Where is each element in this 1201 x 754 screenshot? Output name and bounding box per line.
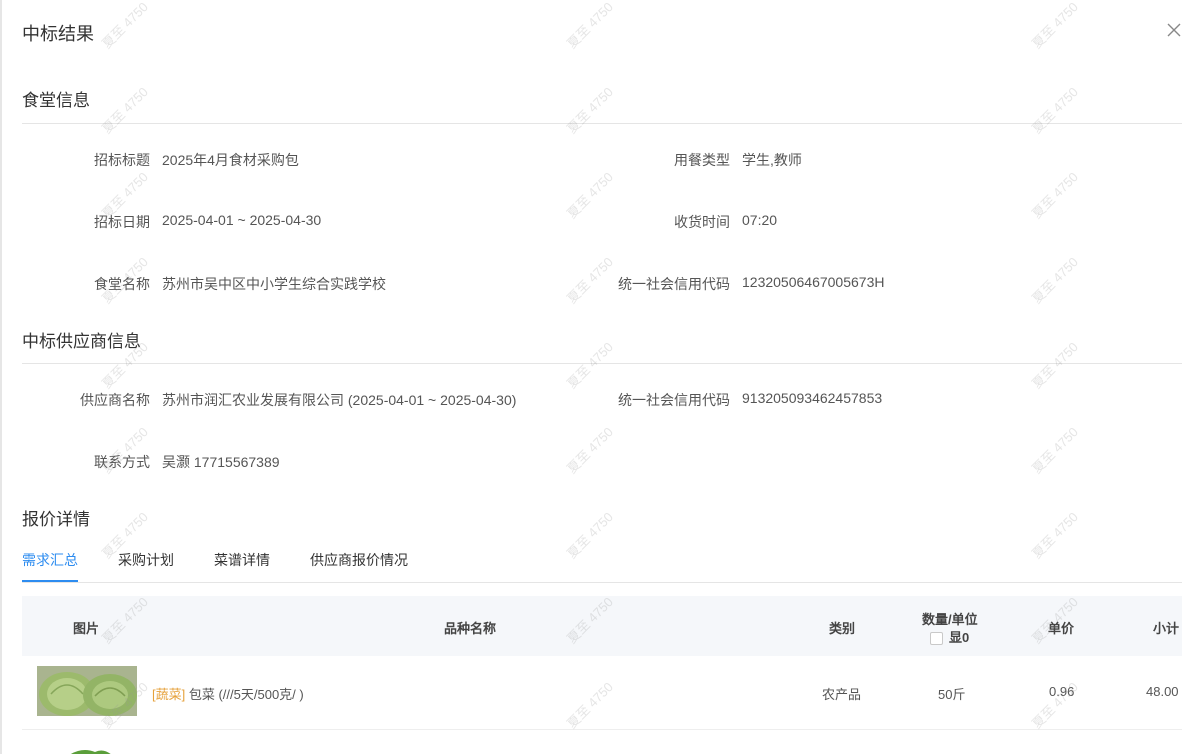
supplier-divider [22,363,1182,364]
field-value-receive-time: 07:20 [742,212,778,228]
watermark-text: 夏至 4750 [1028,424,1081,477]
canteen-divider [22,123,1182,124]
field-value-supplier-credit-code: 913205093462457853 [742,390,883,406]
show-zero-checkbox[interactable] [930,632,943,646]
watermark-text: 夏至 4750 [98,84,151,137]
column-header-qty-unit: 数量/单位 [922,612,978,627]
field-label-meal-type: 用餐类型 [674,152,730,168]
show-zero-toggle[interactable]: 显0 [930,627,969,646]
watermark-text: 夏至 4750 [1028,84,1081,137]
tab-supplier-quotes[interactable]: 供应商报价情况 [310,550,408,580]
field-label-credit-code: 统一社会信用代码 [618,276,730,292]
watermark-text: 夏至 4750 [1028,169,1081,222]
column-header-image: 图片 [73,621,100,636]
column-header-subtotal: 小计 [1153,621,1180,636]
field-label-contact: 联系方式 [94,454,150,470]
field-value-supplier-name: 苏州市润汇农业发展有限公司 (2025-04-01 ~ 2025-04-30) [162,392,517,408]
product-category: 农产品 [822,687,862,702]
product-name-cell: [蔬菜] 包菜 (///5天/500克/ ) [152,684,304,703]
field-value-contact: 吴灏 17715567389 [162,454,280,470]
product-price: 0.96 [1049,684,1075,699]
column-header-category: 类别 [829,621,856,636]
field-label-tender-date: 招标日期 [94,214,150,230]
field-value-meal-type: 学生,教师 [742,152,802,168]
supplier-section-title: 中标供应商信息 [22,332,141,351]
quote-tabs: 需求汇总 采购计划 菜谱详情 供应商报价情况 [22,542,1182,583]
next-row-product-image [70,750,111,754]
tab-purchase-plan[interactable]: 采购计划 [118,550,174,580]
field-label-tender-title: 招标标题 [94,152,150,168]
field-value-tender-date: 2025-04-01 ~ 2025-04-30 [162,212,322,228]
product-image [37,666,137,716]
field-label-canteen-name: 食堂名称 [94,276,150,292]
tab-demand-summary[interactable]: 需求汇总 [22,550,78,582]
close-icon[interactable] [1164,20,1184,40]
watermark-text: 夏至 4750 [1028,339,1081,392]
product-subtotal: 48.00 [1146,684,1179,699]
watermark-text: 夏至 4750 [563,424,616,477]
watermark-text: 夏至 4750 [563,0,616,52]
field-value-tender-title: 2025年4月食材采购包 [162,152,299,168]
table-row: [蔬菜] 包菜 (///5天/500克/ ) 农产品 50斤 0.96 48.0… [22,656,1182,730]
product-category-tag: [蔬菜] [152,687,186,702]
watermark-text: 夏至 4750 [98,0,151,52]
watermark-text: 夏至 4750 [1028,0,1081,52]
watermark-text: 夏至 4750 [563,339,616,392]
field-value-credit-code: 12320506467005673H [742,274,885,290]
tab-menu-details[interactable]: 菜谱详情 [214,550,270,580]
field-label-supplier-credit-code: 统一社会信用代码 [618,392,730,408]
result-dialog: 中标结果 食堂信息 招标标题 2025年4月食材采购包 用餐类型 学生,教师 招… [0,0,1201,754]
field-value-canteen-name: 苏州市吴中区中小学生综合实践学校 [162,276,386,292]
field-label-receive-time: 收货时间 [674,214,730,230]
watermark-text: 夏至 4750 [563,84,616,137]
field-label-supplier-name: 供应商名称 [80,392,150,408]
column-header-name: 品种名称 [444,621,497,636]
show-zero-label: 显0 [949,630,970,645]
product-name: 包菜 (///5天/500克/ ) [188,687,304,702]
canteen-section-title: 食堂信息 [22,91,90,110]
quote-section-title: 报价详情 [22,510,90,529]
column-header-price: 单价 [1048,621,1075,636]
product-qty: 50斤 [938,687,966,702]
dialog-left-edge [0,0,2,754]
watermark-text: 夏至 4750 [1028,254,1081,307]
table-header: 图片 品种名称 类别 数量/单位 显0 单价 小计 [22,596,1182,656]
dialog-title: 中标结果 [22,24,94,44]
